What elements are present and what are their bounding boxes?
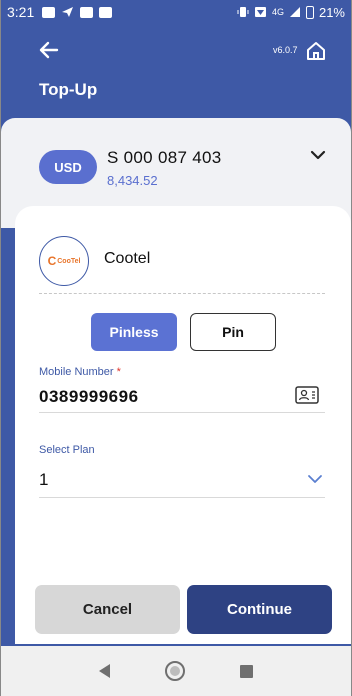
plan-underline — [39, 497, 325, 498]
signal-icon — [289, 7, 300, 17]
image-notification-icon — [42, 6, 56, 18]
nav-recents-icon[interactable] — [240, 664, 254, 678]
phone-screen: 3:21 4G 21% v6.0.7 Top-Up USD S 000 087 … — [0, 0, 352, 696]
battery-percent: 21% — [318, 4, 345, 20]
system-nav-bar — [1, 646, 351, 696]
notification-icons — [42, 6, 113, 18]
home-icon[interactable] — [305, 40, 327, 62]
network-type: 4G — [271, 7, 284, 17]
video-notification-icon — [99, 6, 113, 18]
wifi-icon — [254, 7, 266, 17]
nav-home-icon[interactable] — [164, 661, 185, 681]
contact-book-icon[interactable] — [295, 386, 319, 404]
plan-select[interactable]: 1 — [39, 470, 48, 490]
account-number: S 000 087 403 — [107, 148, 222, 167]
status-time: 3:21 — [7, 4, 35, 20]
operator-logo: C CooTel — [39, 236, 89, 286]
operator-name: Cootel — [104, 250, 151, 267]
required-mark: * — [116, 366, 121, 378]
mobile-number-label-text: Mobile Number — [39, 366, 114, 378]
mobile-number-underline — [39, 412, 325, 413]
chevron-down-icon[interactable] — [307, 473, 323, 485]
system-icons: 4G 21% — [237, 5, 345, 20]
arrow-left-icon[interactable] — [37, 38, 61, 62]
operator-logo-text: CooTel — [57, 257, 81, 265]
pin-option[interactable]: Pin — [190, 313, 276, 351]
continue-button[interactable]: Continue — [187, 585, 332, 634]
vibrate-icon — [237, 7, 249, 17]
cancel-button[interactable]: Cancel — [35, 585, 180, 634]
currency-badge: USD — [39, 150, 97, 184]
pinless-option[interactable]: Pinless — [91, 313, 177, 351]
page-title: Top-Up — [39, 80, 98, 99]
account-balance: 8,434.52 — [107, 173, 158, 188]
nav-back-icon[interactable] — [98, 664, 110, 678]
app-version: v6.0.7 — [273, 45, 298, 55]
operator-logo-mark: C — [47, 254, 57, 268]
select-plan-label: Select Plan — [39, 444, 95, 456]
chevron-down-icon[interactable] — [309, 148, 327, 162]
status-bar: 3:21 4G 21% — [1, 0, 351, 24]
divider — [39, 293, 325, 294]
send-notification-icon — [62, 7, 74, 17]
battery-icon — [305, 5, 314, 19]
message-notification-icon — [80, 6, 94, 18]
mobile-number-input[interactable]: 0389999696 — [39, 387, 139, 407]
mobile-number-label: Mobile Number * — [39, 366, 121, 378]
